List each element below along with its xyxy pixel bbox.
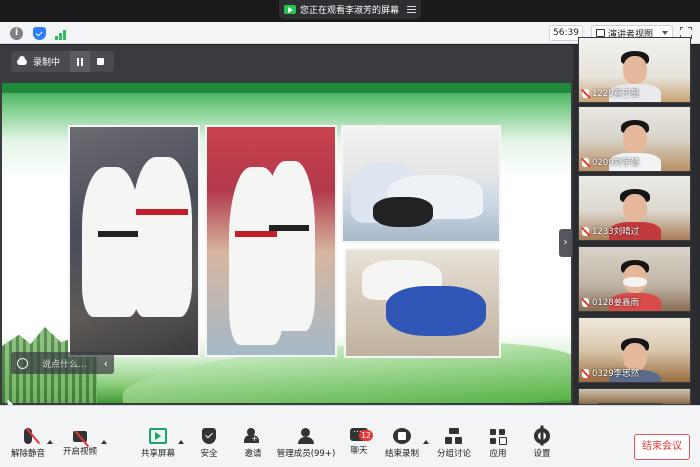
recording-indicator: 录制中 xyxy=(11,51,114,72)
mic-off-icon xyxy=(582,157,589,167)
chevron-left-icon[interactable]: ‹ xyxy=(104,357,108,370)
camera-off-icon xyxy=(73,431,87,442)
end-recording-label: 结束录制 xyxy=(384,449,419,459)
manage-members-label: 管理成员(99+) xyxy=(276,449,336,459)
participant-tile[interactable]: 0128姜鑫雨 xyxy=(578,246,691,312)
participant-name: 0209刘宇楚 xyxy=(592,158,640,168)
layout-icon xyxy=(596,29,605,37)
info-icon[interactable]: i xyxy=(10,27,23,40)
judo-photo-3 xyxy=(341,125,501,243)
settings-button[interactable]: 设置 xyxy=(514,428,570,459)
menu-icon[interactable] xyxy=(407,4,416,15)
screen-share-banner[interactable]: 您正在观看李淑芳的屏幕 xyxy=(279,0,421,19)
screen-share-icon xyxy=(284,5,296,14)
add-user-icon xyxy=(244,428,262,444)
participant-name: 0128姜鑫雨 xyxy=(592,298,640,308)
invite-label: 邀请 xyxy=(244,449,262,459)
security-label: 安全 xyxy=(200,449,218,459)
mic-off-icon xyxy=(582,368,589,378)
mic-off-icon xyxy=(24,428,32,444)
share-banner-text: 您正在观看李淑芳的屏幕 xyxy=(300,6,400,16)
breakout-icon xyxy=(445,428,463,444)
emoji-icon[interactable] xyxy=(17,357,28,369)
share-screen-label: 共享屏幕 xyxy=(140,449,175,459)
shield-icon xyxy=(202,428,216,444)
end-recording-button[interactable]: 结束录制 xyxy=(374,428,430,459)
apps-label: 应用 xyxy=(489,449,507,459)
judo-photo-2 xyxy=(205,125,337,357)
cloud-icon xyxy=(17,55,27,65)
unmute-label: 解除静音 xyxy=(10,449,45,459)
apps-icon xyxy=(489,428,507,445)
members-icon xyxy=(297,428,315,444)
participant-tile[interactable]: 1229黄子墨 xyxy=(578,37,691,103)
chat-placeholder: 说点什么... xyxy=(42,359,87,370)
chevron-down-icon xyxy=(662,31,668,35)
participant-name: 1229黄子墨 xyxy=(592,89,640,99)
judo-photo-4 xyxy=(344,248,501,358)
signal-icon[interactable] xyxy=(55,27,68,40)
settings-label: 设置 xyxy=(533,449,551,459)
judo-photo-1 xyxy=(68,125,200,357)
start-video-label: 开启视频 xyxy=(62,447,97,457)
recording-label: 录制中 xyxy=(33,58,61,68)
participant-name: 1233刘晴过 xyxy=(592,227,640,237)
participant-name: 0329李思然 xyxy=(592,369,640,379)
breakout-label: 分组讨论 xyxy=(436,449,471,459)
end-meeting-button[interactable]: 结束会议 xyxy=(634,434,690,460)
pause-recording-button[interactable] xyxy=(70,51,91,72)
chat-input[interactable]: 说点什么... ‹ xyxy=(11,352,114,374)
video-options-caret[interactable] xyxy=(101,440,107,444)
chat-label: 聊天 xyxy=(350,446,368,456)
gear-icon xyxy=(534,428,550,444)
slide-decoration-dots: · · · · · xyxy=(84,379,120,386)
stop-recording-button[interactable] xyxy=(90,51,110,72)
mic-off-icon xyxy=(582,297,589,307)
mic-off-icon xyxy=(582,226,589,236)
stop-icon xyxy=(393,428,411,444)
start-video-button[interactable]: 开启视频 xyxy=(52,428,108,457)
participant-tile[interactable]: 0209刘宇楚 xyxy=(578,106,691,172)
participant-tile[interactable]: 0329李思然 xyxy=(578,317,691,383)
collapse-sidebar-button[interactable]: › xyxy=(559,229,572,257)
mic-off-icon xyxy=(582,88,589,98)
chat-unread-badge: 12 xyxy=(359,430,373,441)
participant-tile[interactable]: 1233刘晴过 xyxy=(578,175,691,241)
slide-top-band xyxy=(2,83,571,93)
shield-icon[interactable] xyxy=(33,27,46,40)
share-screen-icon xyxy=(149,428,167,444)
